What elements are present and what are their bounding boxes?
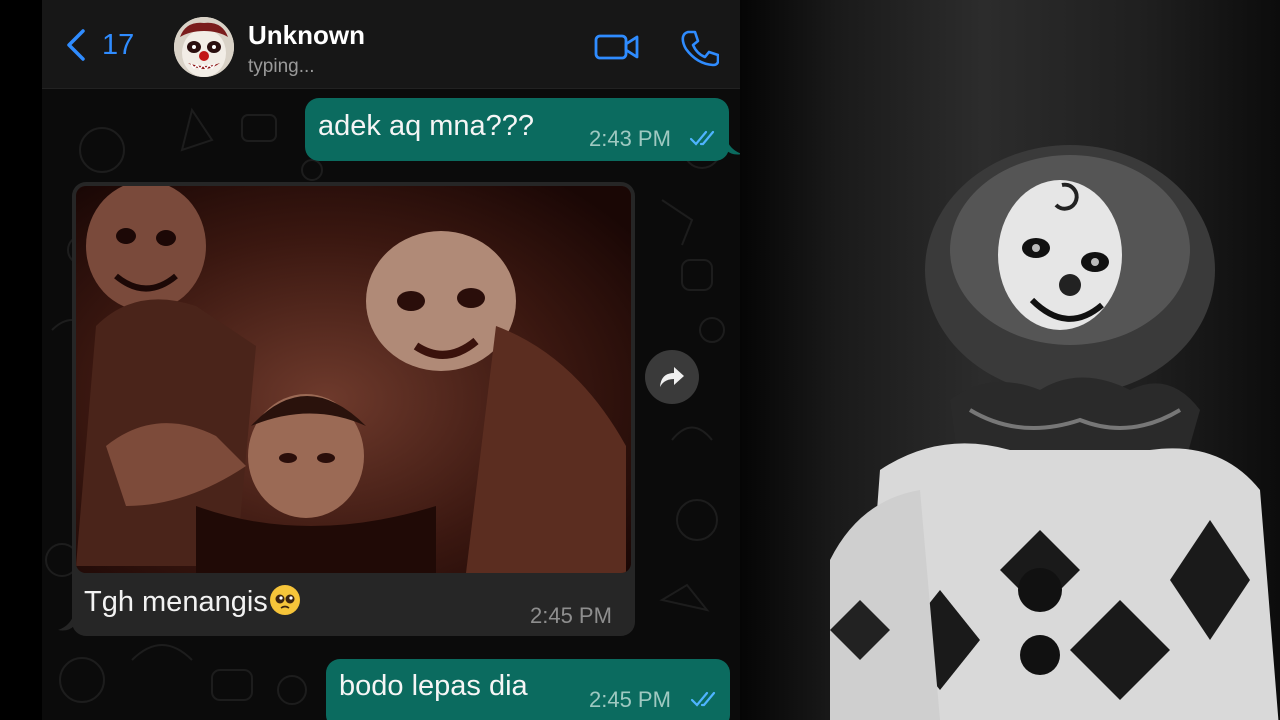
read-ticks-icon bbox=[689, 130, 715, 146]
unread-count: 17 bbox=[102, 28, 135, 61]
message-caption: Tgh menangis bbox=[84, 585, 300, 619]
pleading-face-emoji bbox=[269, 585, 300, 615]
message-time: 2:45 PM bbox=[589, 687, 671, 712]
contact-status: typing... bbox=[248, 56, 315, 77]
chevron-left-icon bbox=[67, 29, 85, 61]
message-bubble-incoming[interactable]: Tgh menangis 2:45 PM bbox=[72, 182, 635, 636]
read-ticks-icon bbox=[690, 691, 716, 707]
video-camera-icon[interactable] bbox=[594, 30, 640, 64]
message-image[interactable] bbox=[76, 186, 631, 573]
back-button[interactable]: 17 bbox=[64, 28, 134, 62]
message-time: 2:45 PM bbox=[530, 603, 612, 628]
message-bubble-outgoing[interactable]: bodo lepas dia 2:45 PM bbox=[326, 659, 730, 720]
bubble-tail bbox=[726, 138, 740, 155]
forward-arrow-icon bbox=[660, 367, 684, 387]
bubble-tail bbox=[58, 614, 74, 631]
message-bubble-outgoing[interactable]: adek aq mna??? 2:43 PM bbox=[305, 98, 729, 161]
contact-name[interactable]: Unknown bbox=[248, 20, 365, 51]
chat-panel: 17 Unknown typing... adek aq mna??? 2:43… bbox=[42, 0, 740, 720]
caption-text: Tgh menangis bbox=[84, 586, 268, 618]
chat-header: 17 Unknown typing... bbox=[42, 0, 740, 89]
message-text: adek aq mna??? bbox=[318, 110, 535, 142]
left-black-band bbox=[0, 0, 42, 720]
message-text: bodo lepas dia bbox=[339, 670, 528, 702]
message-time: 2:43 PM bbox=[589, 126, 671, 151]
contact-avatar[interactable] bbox=[174, 17, 234, 77]
clown-doll-photo bbox=[740, 0, 1280, 720]
phone-icon[interactable] bbox=[679, 28, 719, 68]
forward-button[interactable] bbox=[645, 350, 699, 404]
